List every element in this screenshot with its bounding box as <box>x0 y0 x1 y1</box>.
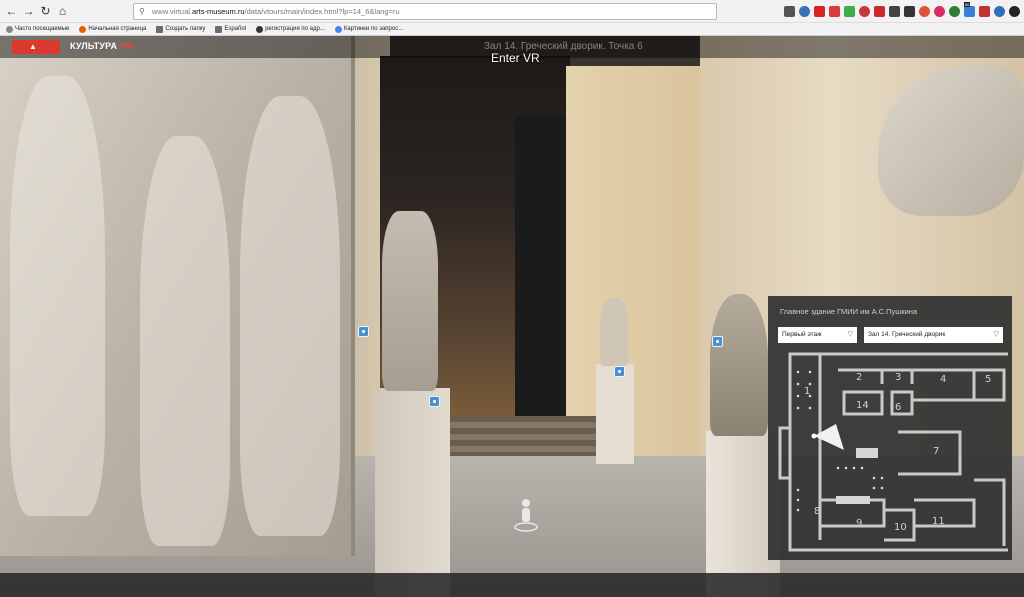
ext-grid-icon[interactable] <box>904 6 915 17</box>
info-hotspot-icon[interactable] <box>712 336 723 347</box>
youtube-icon[interactable] <box>814 6 825 17</box>
info-hotspot-icon[interactable] <box>358 326 369 337</box>
room-label[interactable]: 2 <box>856 372 862 383</box>
chevron-down-icon: ▽ <box>847 331 853 338</box>
room-label[interactable]: 10 <box>894 522 907 533</box>
museum-icon: ▲ <box>29 42 37 51</box>
bookmark-item[interactable]: Español <box>215 25 246 33</box>
url-bar[interactable]: ⚲ www.virtual.arts-museum.ru/data/vtours… <box>133 3 717 20</box>
floor-select[interactable]: Первый этаж ▽ <box>778 327 857 343</box>
room-label[interactable]: 8 <box>814 506 820 517</box>
reload-icon[interactable]: ↻ <box>38 4 53 19</box>
ext-pink-icon[interactable] <box>934 6 945 17</box>
marble-relief <box>0 36 355 556</box>
ext-orange-icon[interactable] <box>919 6 930 17</box>
search-icon: ⚲ <box>139 7 145 16</box>
room-label[interactable]: 9 <box>856 518 862 529</box>
statue-athena <box>382 211 438 391</box>
forward-arrow-icon[interactable]: → <box>21 4 36 19</box>
ext-green-circle-icon[interactable] <box>949 6 960 17</box>
statue-small <box>600 298 628 366</box>
kultura-logo-text[interactable]: КУЛЬТУРА.РФ <box>70 41 134 51</box>
pedestal-middle <box>596 364 634 464</box>
google-icon <box>334 25 342 33</box>
bottom-control-bar <box>0 573 1024 597</box>
ext-badge-icon[interactable]: 86 <box>964 2 975 17</box>
bookmark-item[interactable]: Картинки по запрос... <box>334 25 403 33</box>
library-icon[interactable] <box>784 6 795 17</box>
room-label[interactable]: 3 <box>895 372 901 383</box>
globe-icon <box>256 25 264 33</box>
room-label[interactable]: 4 <box>940 374 946 385</box>
room-label[interactable]: 11 <box>932 516 945 527</box>
gear-icon <box>6 25 13 33</box>
wall-middle <box>566 66 716 466</box>
floor-plan-map[interactable]: 1 2 3 4 5 6 7 8 9 10 11 14 <box>774 350 1008 556</box>
room-label[interactable]: 5 <box>985 374 991 385</box>
firefox-icon <box>79 25 87 33</box>
url-path: /data/vtours/main/index.html?lp=14_6&lan… <box>244 7 400 16</box>
info-hotspot-icon[interactable] <box>429 396 440 407</box>
enter-vr-button[interactable]: Enter VR <box>491 51 540 65</box>
kultura-logo[interactable]: ▲ <box>12 40 60 54</box>
info-hotspot-icon[interactable] <box>614 366 625 377</box>
abp-icon[interactable] <box>859 6 870 17</box>
chevron-down-icon: ▽ <box>993 331 999 338</box>
folder-icon <box>215 25 223 33</box>
ext-mail-icon[interactable] <box>979 6 990 17</box>
bookmark-item[interactable]: Начальная страница <box>79 25 146 33</box>
walk-person-icon[interactable] <box>514 498 538 532</box>
map-title: Главное здание ГМИИ им А.С.Пушкина <box>780 307 918 316</box>
room-label[interactable]: 1 <box>804 386 810 397</box>
room-label[interactable]: 7 <box>933 446 939 457</box>
bust-statue <box>710 294 768 436</box>
bookmark-item[interactable]: Часто посещаемые <box>6 25 69 33</box>
ext-red-icon[interactable] <box>829 6 840 17</box>
ext-pdf-icon[interactable] <box>874 6 885 17</box>
plan-stairs <box>836 496 870 504</box>
url-domain: arts-museum.ru <box>192 7 245 16</box>
folder-icon <box>156 25 164 33</box>
bookmark-item[interactable]: регистрация по адр... <box>256 25 325 33</box>
ext-square-icon[interactable] <box>889 6 900 17</box>
room-label[interactable]: 14 <box>856 400 869 411</box>
extension-icons: 86 ☰ <box>784 2 1024 19</box>
bookmarks-bar: Часто посещаемые Начальная страница Созд… <box>0 23 1024 36</box>
url-prefix: www.virtual. <box>152 7 193 16</box>
museum-map-panel: Главное здание ГМИИ им А.С.Пушкина Первы… <box>768 296 1012 560</box>
ext-green-icon[interactable] <box>844 6 855 17</box>
bookmark-item[interactable]: Создать папку <box>156 25 205 33</box>
current-position-marker <box>811 433 817 439</box>
dark-pillar <box>515 116 570 416</box>
back-arrow-icon[interactable]: ← <box>4 4 19 19</box>
home-icon[interactable]: ⌂ <box>55 4 70 19</box>
ext-a-icon[interactable] <box>799 6 810 17</box>
plan-stairs <box>856 448 878 458</box>
browser-toolbar: ← → ↻ ⌂ ⚲ www.virtual.arts-museum.ru/dat… <box>0 0 1024 23</box>
hall-select[interactable]: Зал 14. Греческий дворик ▽ <box>864 327 1003 343</box>
account-icon[interactable] <box>1009 6 1020 17</box>
ext-blue-circle-icon[interactable] <box>994 6 1005 17</box>
pedestal-left <box>375 388 450 597</box>
room-label[interactable]: 6 <box>895 402 901 413</box>
